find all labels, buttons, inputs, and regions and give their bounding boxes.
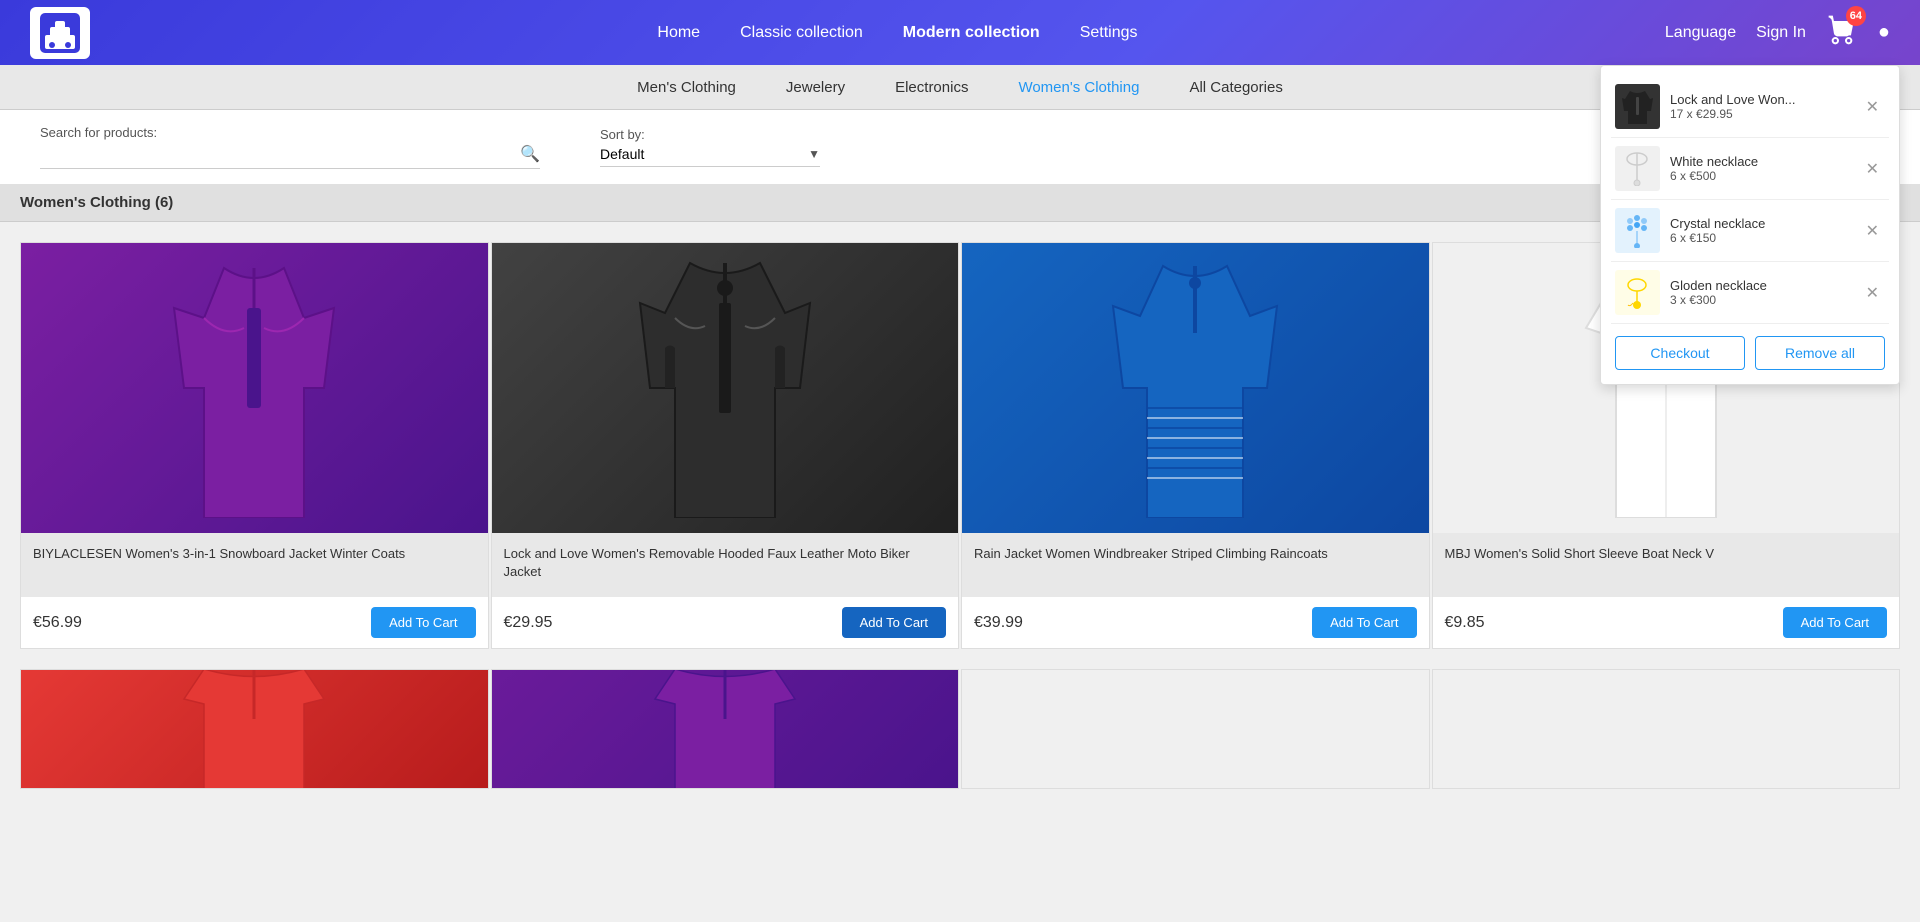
search-label: Search for products: [40,125,540,140]
sign-in-button[interactable]: Sign In [1756,24,1806,42]
product-price-0: €56.99 [33,614,82,632]
cart-item-remove-0[interactable]: ✕ [1860,95,1885,119]
nav-links: Home Classic collection Modern collectio… [130,24,1665,42]
cart-item-price-1: 6 x €500 [1670,169,1850,183]
top-navigation: Home Classic collection Modern collectio… [0,0,1920,65]
product-price-3: €9.85 [1445,614,1485,632]
nav-classic[interactable]: Classic collection [740,24,863,42]
product-footer-0: €56.99 Add To Cart [21,597,488,648]
cat-mens-clothing[interactable]: Men's Clothing [637,79,736,96]
cart-item-1: White necklace 6 x €500 ✕ [1611,138,1889,200]
product-card-partial-1 [491,669,960,789]
add-to-cart-button-3[interactable]: Add To Cart [1783,607,1887,638]
cart-item-remove-2[interactable]: ✕ [1860,219,1885,243]
cat-electronics[interactable]: Electronics [895,79,968,96]
product-info-0: BIYLACLESEN Women's 3-in-1 Snowboard Jac… [21,533,488,597]
search-input[interactable] [40,146,520,162]
sort-group: Sort by: Default ▼ [600,127,820,167]
products-row2 [0,669,1920,809]
product-card-0: BIYLACLESEN Women's 3-in-1 Snowboard Jac… [20,242,489,649]
product-image-1 [492,243,959,533]
nav-right: Language Sign In 64 ● [1665,14,1890,51]
cart-item-info-0: Lock and Love Won... 17 x €29.95 [1670,92,1850,121]
cart-item-info-3: Gloden necklace 3 x €300 [1670,278,1850,307]
product-image-2 [962,243,1429,533]
cat-all-categories[interactable]: All Categories [1189,79,1282,96]
product-price-2: €39.99 [974,614,1023,632]
sort-select-wrapper: Default ▼ [600,146,820,167]
cart-item-info-1: White necklace 6 x €500 [1670,154,1850,183]
cart-item-price-2: 6 x €150 [1670,231,1850,245]
product-card-partial-2 [961,669,1430,789]
cart-item-img-1 [1615,146,1660,191]
sort-arrow-icon: ▼ [808,147,820,161]
cart-item-name-0: Lock and Love Won... [1670,92,1850,107]
nav-home[interactable]: Home [657,24,700,42]
product-card-partial-0 [20,669,489,789]
cart-item-name-1: White necklace [1670,154,1850,169]
product-name-2: Rain Jacket Women Windbreaker Striped Cl… [974,545,1417,585]
nav-settings[interactable]: Settings [1080,24,1138,42]
cart-item-price-0: 17 x €29.95 [1670,107,1850,121]
cart-item-img-2 [1615,208,1660,253]
product-price-1: €29.95 [504,614,553,632]
remove-all-button[interactable]: Remove all [1755,336,1885,370]
add-to-cart-button-2[interactable]: Add To Cart [1312,607,1416,638]
product-card-2: Rain Jacket Women Windbreaker Striped Cl… [961,242,1430,649]
cat-womens-clothing[interactable]: Women's Clothing [1018,79,1139,96]
cart-item-3: Gloden necklace 3 x €300 ✕ [1611,262,1889,324]
cart-item-0: Lock and Love Won... 17 x €29.95 ✕ [1611,76,1889,138]
cart-dropdown: Lock and Love Won... 17 x €29.95 ✕ White… [1600,65,1900,385]
search-icon[interactable]: 🔍 [520,144,540,164]
product-footer-3: €9.85 Add To Cart [1433,597,1900,648]
product-info-2: Rain Jacket Women Windbreaker Striped Cl… [962,533,1429,597]
checkout-button[interactable]: Checkout [1615,336,1745,370]
language-button[interactable]: Language [1665,24,1736,42]
cart-item-name-3: Gloden necklace [1670,278,1850,293]
cart-item-img-0 [1615,84,1660,129]
logo[interactable] [30,7,90,59]
product-name-0: BIYLACLESEN Women's 3-in-1 Snowboard Jac… [33,545,476,585]
cart-item-remove-1[interactable]: ✕ [1860,157,1885,181]
dark-mode-button[interactable]: ● [1878,21,1890,44]
sort-select[interactable]: Default [600,146,808,162]
cart-item-remove-3[interactable]: ✕ [1860,281,1885,305]
product-info-1: Lock and Love Women's Removable Hooded F… [492,533,959,597]
product-name-1: Lock and Love Women's Removable Hooded F… [504,545,947,585]
cart-item-price-3: 3 x €300 [1670,293,1850,307]
cart-badge: 64 [1846,6,1866,26]
product-name-3: MBJ Women's Solid Short Sleeve Boat Neck… [1445,545,1888,585]
product-footer-2: €39.99 Add To Cart [962,597,1429,648]
cart-item-info-2: Crystal necklace 6 x €150 [1670,216,1850,245]
add-to-cart-button-0[interactable]: Add To Cart [371,607,475,638]
add-to-cart-button-1[interactable]: Add To Cart [842,607,946,638]
cart-actions: Checkout Remove all [1611,324,1889,374]
search-group: Search for products: 🔍 [40,125,540,169]
cart-button[interactable]: 64 [1826,14,1858,51]
nav-modern[interactable]: Modern collection [903,24,1040,42]
product-footer-1: €29.95 Add To Cart [492,597,959,648]
cart-item-name-2: Crystal necklace [1670,216,1850,231]
product-card-1: Lock and Love Women's Removable Hooded F… [491,242,960,649]
sort-label: Sort by: [600,127,820,142]
product-image-0 [21,243,488,533]
cart-item-img-3 [1615,270,1660,315]
search-input-wrapper: 🔍 [40,144,540,169]
cat-jewelery[interactable]: Jewelery [786,79,845,96]
product-info-3: MBJ Women's Solid Short Sleeve Boat Neck… [1433,533,1900,597]
product-card-partial-3 [1432,669,1901,789]
cart-item-2: Crystal necklace 6 x €150 ✕ [1611,200,1889,262]
